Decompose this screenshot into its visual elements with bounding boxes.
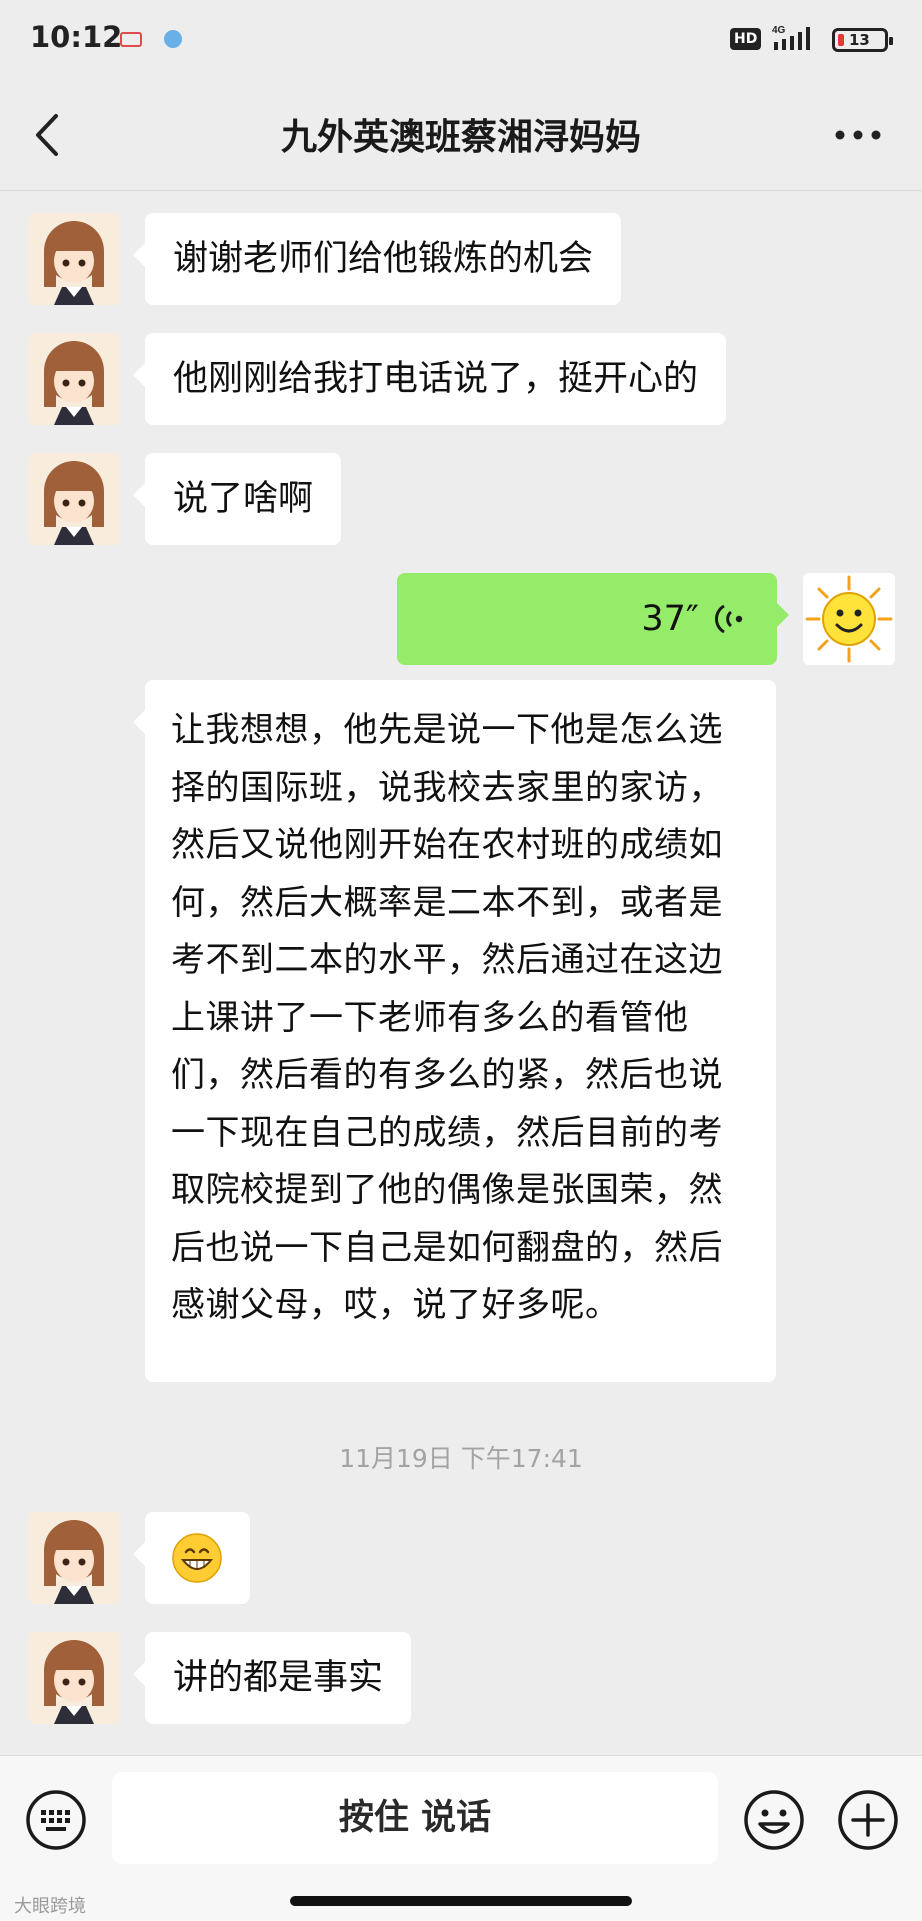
contact-avatar[interactable] [28,333,120,425]
chat-header: 九外英澳班蔡湘浔妈妈 [0,80,922,191]
grin-emoji-icon [172,1533,222,1583]
network-type: 4G [772,25,786,36]
battery-level: 13 [849,31,870,49]
status-bar: 10:12 HD 4G 13 [0,0,922,80]
message-text: 说了啥啊 [173,479,314,519]
voice-wave-icon [715,604,743,634]
message-text: 讲的都是事实 [173,1658,384,1698]
message-bubble[interactable]: 他刚刚给我打电话说了，挺开心的 [132,333,727,425]
status-time: 10:12 [30,20,123,54]
message-text: 让我想想，他先是说一下他是怎么选择的国际班，说我校去家里的家访，然后又说他刚开始… [171,710,723,1325]
more-options-icon[interactable] [828,110,888,160]
signal-icon: 4G [772,25,810,50]
voice-message-bubble[interactable]: 37″ [397,573,789,665]
hd-badge: HD [730,28,762,50]
watermark: 大眼跨境 [14,1896,86,1917]
input-bar: 按住 说话 大眼跨境 [0,1755,922,1921]
notification-icon [164,30,182,48]
emoji-icon[interactable] [742,1788,806,1852]
my-avatar[interactable] [803,573,895,665]
message-bubble[interactable]: 让我想想，他先是说一下他是怎么选择的国际班，说我校去家里的家访，然后又说他刚开始… [133,680,776,1382]
message-text: 他刚刚给我打电话说了，挺开心的 [173,359,699,399]
keyboard-icon[interactable] [24,1788,88,1852]
chat-title: 九外英澳班蔡湘浔妈妈 [280,117,641,158]
plus-icon[interactable] [836,1788,900,1852]
battery-icon: 13 [832,28,893,52]
message-list[interactable]: 谢谢老师们给他锻炼的机会 他刚刚给我打电话说了，挺开心的 说了啥啊 37″ 让我… [0,191,922,1751]
contact-avatar[interactable] [28,213,120,305]
contact-avatar[interactable] [28,1512,120,1604]
message-bubble[interactable]: 讲的都是事实 [132,1632,412,1724]
message-bubble[interactable]: 😁 [133,1512,250,1604]
message-bubble[interactable]: 说了啥啊 [132,453,342,545]
notification-icon [120,32,142,47]
contact-avatar[interactable] [28,453,120,545]
hold-to-talk-button[interactable]: 按住 说话 [112,1772,718,1864]
message-text: 谢谢老师们给他锻炼的机会 [173,239,594,279]
contact-avatar[interactable] [28,1632,120,1724]
voice-duration: 37″ [641,599,699,639]
message-timestamp: 11月19日 下午17:41 [339,1444,583,1473]
home-indicator[interactable] [290,1896,632,1906]
message-bubble[interactable]: 谢谢老师们给他锻炼的机会 [132,213,622,305]
